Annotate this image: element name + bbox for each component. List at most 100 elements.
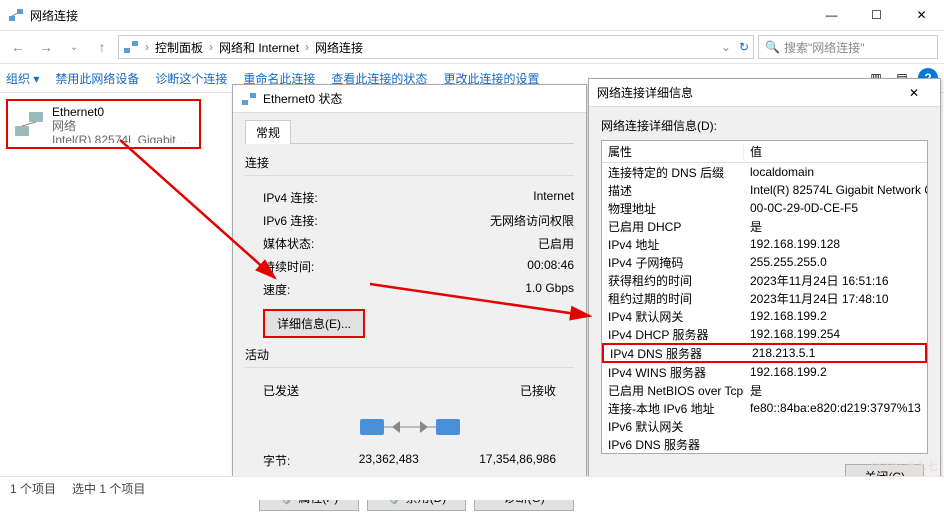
details-row[interactable]: IPv4 DNS 服务器218.213.5.1 — [602, 343, 927, 363]
tab-general[interactable]: 常规 — [245, 120, 291, 144]
details-key: 连接特定的 DNS 后缀 — [602, 164, 744, 181]
details-row[interactable]: 描述Intel(R) 82574L Gigabit Network Connec… — [602, 181, 927, 199]
details-value: localdomain — [744, 165, 927, 179]
forward-button[interactable]: → — [34, 39, 58, 55]
status-title: Ethernet0 状态 — [263, 90, 342, 107]
details-value: 是 — [744, 382, 927, 399]
details-dialog: 网络连接详细信息 ✕ 网络连接详细信息(D): 属性 值 连接特定的 DNS 后… — [588, 78, 941, 492]
details-button[interactable]: 详细信息(E)... — [263, 309, 365, 338]
col-value: 值 — [744, 143, 927, 160]
details-key: 描述 — [602, 182, 744, 199]
adapter-name: Ethernet0 — [52, 105, 195, 119]
details-row[interactable]: 连接特定的 DNS 后缀localdomain — [602, 163, 927, 181]
details-row[interactable]: IPv4 子网掩码255.255.255.0 — [602, 253, 927, 271]
adapter-dev: Intel(R) 82574L Gigabit Netwo... — [52, 133, 195, 143]
close-icon[interactable]: ✕ — [896, 86, 932, 100]
up-button[interactable]: ↑ — [90, 39, 114, 55]
search-placeholder: 搜索"网络连接" — [784, 39, 865, 56]
details-key: IPv6 默认网关 — [602, 418, 744, 435]
details-value: 2023年11月24日 16:51:16 — [744, 272, 927, 289]
details-key: IPv4 WINS 服务器 — [602, 364, 744, 381]
back-button[interactable]: ← — [6, 39, 30, 55]
window-controls: — ☐ ✕ — [809, 0, 944, 30]
details-key: IPv4 子网掩码 — [602, 254, 744, 271]
address-bar: ← → ⌄ ↑ › 控制面板 › 网络和 Internet › 网络连接 ⌄ ↻… — [0, 30, 944, 63]
details-value: 是 — [744, 218, 927, 235]
details-value: Intel(R) 82574L Gigabit Network Connect — [744, 183, 927, 197]
details-row[interactable]: 物理地址00-0C-29-0D-CE-F5 — [602, 199, 927, 217]
crumb-leaf[interactable]: 网络连接 — [315, 39, 363, 56]
details-row[interactable]: IPv4 DHCP 服务器192.168.199.254 — [602, 325, 927, 343]
details-row[interactable]: 获得租约的时间2023年11月24日 16:51:16 — [602, 271, 927, 289]
details-row[interactable]: IPv4 地址192.168.199.128 — [602, 235, 927, 253]
network-icon — [241, 91, 257, 107]
cmd-diagnose[interactable]: 诊断这个连接 — [155, 70, 227, 87]
ipv4-conn-value: Internet — [533, 189, 574, 206]
details-key: 已启用 NetBIOS over Tcpip — [602, 382, 744, 399]
cmd-organize[interactable]: 组织 ▾ — [6, 70, 39, 87]
dropdown-icon[interactable]: ⌄ — [721, 40, 731, 54]
sent-label: 已发送 — [263, 382, 299, 399]
cmd-disable[interactable]: 禁用此网络设备 — [55, 70, 139, 87]
close-button[interactable]: ✕ — [899, 0, 944, 30]
duration-label: 持续时间: — [263, 258, 527, 275]
duration-value: 00:08:46 — [527, 258, 574, 275]
details-header: 属性 值 — [602, 141, 927, 163]
bytes-recv: 17,354,86,986 — [445, 452, 557, 469]
details-value: 255.255.255.0 — [744, 255, 927, 269]
adapter-icon — [12, 105, 46, 143]
details-value: fe80::84ba:e820:d219:3797%13 — [744, 401, 927, 415]
details-key: 获得租约的时间 — [602, 272, 744, 289]
crumb-root[interactable]: 控制面板 — [155, 39, 203, 56]
details-list[interactable]: 属性 值 连接特定的 DNS 后缀localdomain描述Intel(R) 8… — [601, 140, 928, 454]
details-key: IPv4 DNS 服务器 — [604, 345, 746, 362]
details-row[interactable]: IPv6 默认网关 — [602, 417, 927, 435]
bytes-label: 字节: — [263, 452, 333, 469]
details-key: IPv4 默认网关 — [602, 308, 744, 325]
breadcrumb[interactable]: › 控制面板 › 网络和 Internet › 网络连接 ⌄ ↻ — [118, 35, 754, 59]
details-key: 物理地址 — [602, 200, 744, 217]
maximize-button[interactable]: ☐ — [854, 0, 899, 30]
ipv6-conn-label: IPv6 连接: — [263, 212, 490, 229]
section-connection: 连接 — [245, 154, 574, 171]
details-key: IPv4 DHCP 服务器 — [602, 326, 744, 343]
status-selected: 选中 1 个项目 — [72, 480, 145, 497]
details-value: 00-0C-29-0D-CE-F5 — [744, 201, 927, 215]
dropdown-button[interactable]: ⌄ — [62, 42, 86, 53]
adapter-item-ethernet0[interactable]: Ethernet0 网络 Intel(R) 82574L Gigabit Net… — [6, 99, 201, 149]
details-value: 2023年11月24日 17:48:10 — [744, 290, 927, 307]
details-row[interactable]: IPv6 DNS 服务器 — [602, 435, 927, 453]
network-icon — [8, 7, 24, 23]
details-key: IPv4 地址 — [602, 236, 744, 253]
details-label: 网络连接详细信息(D): — [601, 117, 928, 134]
details-row[interactable]: 连接-本地 IPv6 地址fe80::84ba:e820:d219:3797%1… — [602, 399, 927, 417]
search-input[interactable]: 🔍 搜索"网络连接" — [758, 35, 938, 59]
details-row[interactable]: 租约过期的时间2023年11月24日 17:48:10 — [602, 289, 927, 307]
details-row[interactable]: 已启用 DHCP是 — [602, 217, 927, 235]
media-value: 已启用 — [538, 235, 574, 252]
recv-label: 已接收 — [520, 382, 556, 399]
col-property: 属性 — [602, 143, 744, 160]
watermark: CSDN @七七 — [871, 458, 938, 474]
status-bar: 1 个项目 选中 1 个项目 — [0, 476, 944, 500]
section-activity: 活动 — [245, 346, 574, 363]
refresh-icon[interactable]: ↻ — [739, 40, 749, 54]
details-key: 已启用 DHCP — [602, 218, 744, 235]
status-dialog: Ethernet0 状态 常规 连接 IPv4 连接:Internet IPv6… — [232, 84, 587, 488]
ipv6-conn-value: 无网络访问权限 — [490, 212, 574, 229]
chevron-right-icon: › — [145, 40, 149, 54]
details-value: 192.168.199.254 — [744, 327, 927, 341]
titlebar: 网络连接 — ☐ ✕ — [0, 0, 944, 30]
activity-icon — [245, 409, 574, 441]
details-key: 租约过期的时间 — [602, 290, 744, 307]
details-value: 218.213.5.1 — [746, 346, 925, 360]
details-row[interactable]: IPv4 WINS 服务器192.168.199.2 — [602, 363, 927, 381]
details-title: 网络连接详细信息 — [597, 84, 693, 101]
minimize-button[interactable]: — — [809, 0, 854, 30]
details-row[interactable]: IPv4 默认网关192.168.199.2 — [602, 307, 927, 325]
details-value: 192.168.199.2 — [744, 309, 927, 323]
search-icon: 🔍 — [765, 40, 780, 54]
details-row[interactable]: 已启用 NetBIOS over Tcpip是 — [602, 381, 927, 399]
crumb-mid[interactable]: 网络和 Internet — [219, 39, 299, 56]
bytes-sent: 23,362,483 — [333, 452, 445, 469]
